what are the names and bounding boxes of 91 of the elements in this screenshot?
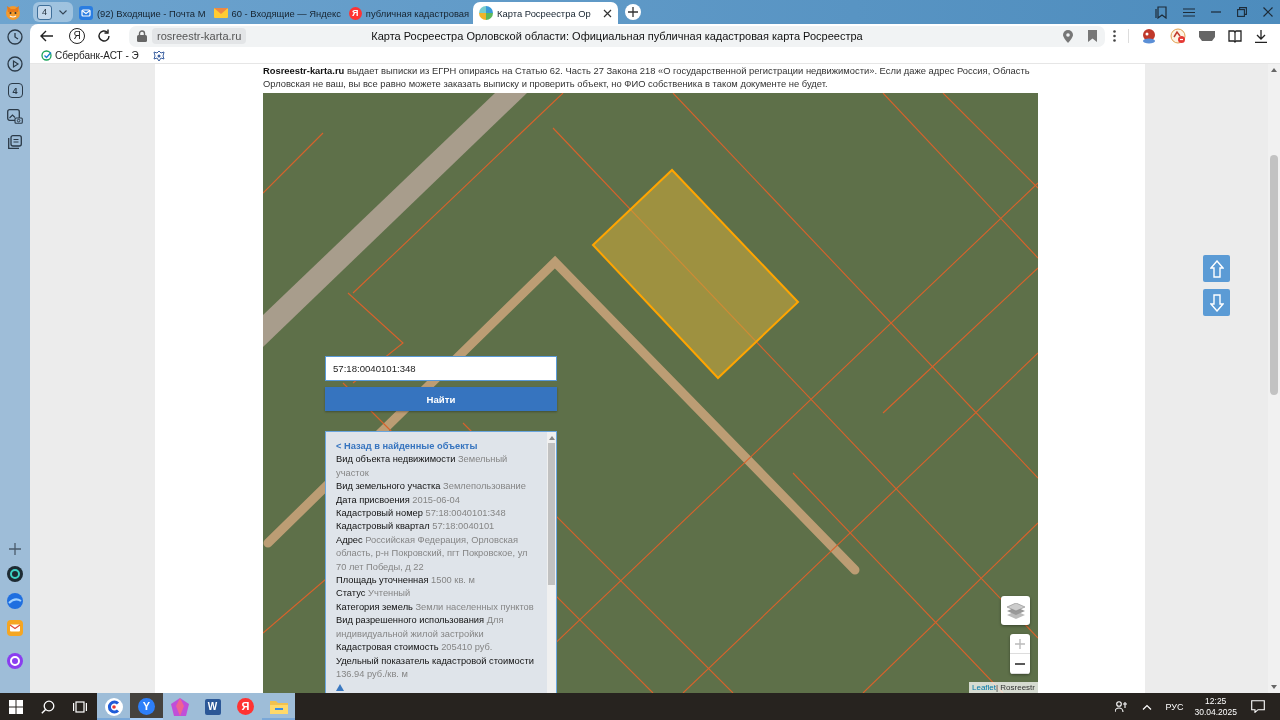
property-row-text: Дата присвоения 2015-06-04 — [336, 493, 461, 507]
browser-tab[interactable]: Карта Росреестра Ор — [473, 2, 618, 24]
panel-scrollbar[interactable] — [547, 432, 556, 693]
close-icon[interactable] — [602, 8, 612, 18]
clock-icon[interactable] — [7, 29, 23, 45]
chevron-up-icon[interactable] — [1142, 703, 1153, 710]
notification-icon[interactable] — [1251, 700, 1265, 713]
browser-tab[interactable]: Я публичная кадастровая — [342, 2, 472, 24]
reload-icon[interactable] — [97, 29, 111, 43]
intro-paragraph: Rosreestr-karta.ru выдает выписки из ЕГРН опираясь на Статью 62. Часть 27 Закона 218 «О государственной регистрации недвижимости». Если даже адрес Россия, Область Орловская не ваш, вы все равно можете заказать выписку и проверить объект, но ФИО собственика в таком документе не будет. — [263, 64, 1031, 91]
property-row-text: Вид разрешенного использования Для индивидуальной жилой застройки — [336, 614, 505, 641]
envelope-icon — [213, 8, 228, 18]
checkmark-circle-icon — [41, 50, 52, 61]
plus-icon[interactable] — [9, 543, 21, 555]
property-row-text: Удельный показатель кадастровой стоимости 136.94 руб./кв. м — [336, 654, 535, 681]
clock-button[interactable]: 12:25 30.04.2025 — [1194, 695, 1237, 718]
leaflet-link[interactable]: Leaflet — [972, 683, 996, 692]
property-row-text: Кадастровый номер 57:18:0040101:348 — [336, 507, 507, 521]
download-icon[interactable] — [1255, 29, 1267, 43]
gem-icon — [170, 697, 189, 716]
layers-icon — [1006, 602, 1025, 619]
tray-icon[interactable] — [1199, 31, 1215, 41]
new-tab-button[interactable] — [624, 4, 641, 20]
pinwheel-icon — [479, 6, 494, 20]
tab-counter-button[interactable]: 4 — [33, 2, 73, 22]
scroll-arrow-up-icon[interactable] — [1271, 68, 1277, 72]
restore-icon[interactable] — [1237, 7, 1247, 17]
sphere-icon[interactable] — [7, 593, 23, 609]
caret-icon — [59, 9, 67, 15]
task-view-icon — [73, 699, 87, 714]
search-icon — [41, 699, 55, 714]
windows-logo-icon — [9, 699, 23, 714]
bookmark-icon[interactable] — [1088, 30, 1097, 42]
property-row-text: Площадь уточненная 1500 кв. м — [336, 574, 476, 588]
scroll-up-button[interactable] — [1203, 255, 1230, 282]
gallery-icon[interactable] — [7, 109, 23, 124]
arrow-down-icon — [1209, 293, 1224, 312]
minus-icon — [1015, 662, 1025, 665]
documents-icon[interactable] — [8, 135, 22, 149]
play-icon[interactable] — [7, 56, 23, 72]
menu-icon[interactable] — [1183, 7, 1195, 17]
bookmark-item[interactable]: Сбербанк-АСТ - Э — [41, 50, 139, 61]
page-scrollbar[interactable] — [1268, 64, 1280, 693]
folder-icon — [269, 699, 288, 714]
collections-icon[interactable] — [1155, 5, 1167, 19]
plus-icon — [627, 7, 638, 17]
zoom-out-button[interactable] — [1010, 654, 1030, 674]
property-row-text: Вид земельного участка Землепользование — [336, 480, 527, 494]
ring-icon[interactable] — [7, 653, 23, 669]
back-arrow-icon[interactable] — [40, 30, 54, 42]
more-options-icon[interactable] — [1113, 30, 1116, 42]
envelope-icon[interactable] — [7, 620, 23, 636]
envelope-icon — [79, 6, 93, 20]
page-title: Карта Росреестра Орловской области: Официальная публичная кадастровая карта Росреестра — [371, 30, 863, 42]
property-row-text: Адрес Российская Федерация, Орловская область, р-н Покровский, пгт Покровское, ул 70 лет Победы, д 22 — [336, 533, 529, 574]
browser-tab[interactable]: (92) Входящие - Почта М — [73, 2, 208, 24]
lock-icon — [137, 30, 147, 42]
stop-badge-icon[interactable] — [1170, 28, 1186, 44]
taskbar-app-button[interactable]: Я — [229, 693, 262, 720]
property-row-text: Статус Учтенный — [336, 587, 412, 601]
layers-button[interactable] — [1001, 596, 1030, 625]
location-pin-icon[interactable] — [1063, 29, 1073, 43]
property-row-text: Кадастровый квартал 57:18:0040101 — [336, 520, 496, 534]
blob-icon[interactable] — [1141, 28, 1157, 44]
counter-button[interactable]: 4 — [7, 83, 23, 98]
scroll-arrow-up-icon[interactable] — [548, 436, 555, 440]
person-plus-icon[interactable] — [1115, 700, 1130, 713]
scroll-arrow-down-icon[interactable] — [1271, 685, 1277, 689]
language-indicator[interactable]: РУС — [1165, 701, 1184, 712]
emblem-icon[interactable] — [152, 49, 165, 62]
property-row-text: Кадастровая стоимость 205410 руб. — [336, 641, 494, 655]
browser-tab[interactable]: 60 - Входящие — Яндекс — [207, 2, 343, 24]
arrow-up-icon — [1209, 259, 1224, 278]
address-bar[interactable]: rosreestr-karta.ru Карта Росреестра Орловской области: Официальная публичная кадастровая карта Росреестра — [129, 25, 1105, 47]
circle-app-icon[interactable] — [7, 566, 23, 582]
property-row-text: Вид объекта недвижимости Земельный участок — [336, 453, 509, 480]
taskbar-app-button[interactable] — [97, 693, 130, 720]
cadastral-search-field[interactable]: 57:18:0040101:348 — [325, 356, 557, 381]
back-link[interactable]: < Назад в найденные объекты — [336, 440, 537, 454]
attribution-text: | Rosreestr — [996, 683, 1035, 692]
url-text[interactable]: rosreestr-karta.ru — [152, 28, 247, 44]
panel-icon[interactable] — [1228, 29, 1242, 43]
parcel-boundary-line — [263, 132, 324, 194]
taskbar-app-button[interactable]: W — [196, 693, 229, 720]
find-button[interactable]: Найти — [325, 387, 557, 411]
plus-icon — [1015, 638, 1025, 649]
triangle-up-icon[interactable] — [336, 684, 344, 692]
property-row-text: Категория земель Земли населенных пунктов — [336, 600, 535, 614]
ring-logo-icon — [104, 697, 123, 716]
taskbar-app-button[interactable]: Y — [130, 693, 163, 720]
scroll-down-button[interactable] — [1203, 289, 1230, 316]
